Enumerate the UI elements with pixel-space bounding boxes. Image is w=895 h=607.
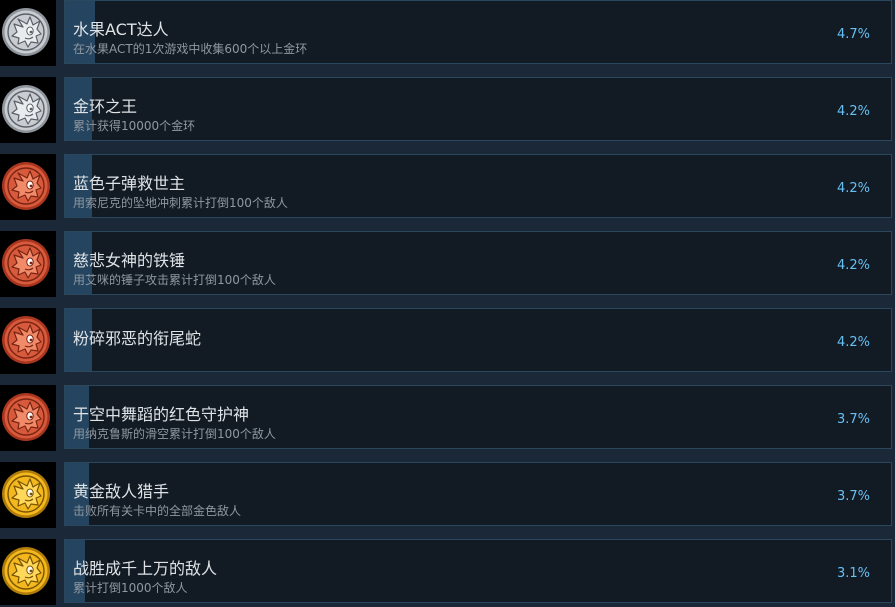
achievement-icon-frame [0,154,56,220]
achievement-icon-frame [0,231,56,297]
achievement-title: 粉碎邪恶的衔尾蛇 [73,329,202,348]
achievement-row: 金环之王 累计获得10000个金环 4.2% [0,77,895,145]
achievement-row: 慈悲女神的铁锤 用艾咪的锤子攻击累计打倒100个敌人 4.2% [0,231,895,299]
silver-sonic-medal-icon [1,84,51,134]
achievement-icon-frame [0,385,56,451]
achievement-row: 于空中舞蹈的红色守护神 用纳克鲁斯的滑空累计打倒100个敌人 3.7% [0,385,895,453]
achievement-row: 蓝色子弹救世主 用索尼克的坠地冲刺累计打倒100个敌人 4.2% [0,154,895,222]
achievement-icon-frame [0,77,56,143]
achievement-icon-frame [0,462,56,528]
achievement-card: 金环之王 累计获得10000个金环 4.2% [64,77,892,141]
achievement-unlock-percent: 4.2% [836,181,870,196]
achievement-title: 于空中舞蹈的红色守护神 [73,405,250,424]
gold-sonic-medal-icon [1,546,51,596]
achievement-icon-frame [0,0,56,66]
achievement-description: 用索尼克的坠地冲刺累计打倒100个敌人 [73,196,288,210]
achievement-title: 蓝色子弹救世主 [73,174,186,193]
achievement-description: 用纳克鲁斯的滑空累计打倒100个敌人 [73,427,276,441]
achievement-title: 战胜成千上万的敌人 [73,559,218,578]
achievement-description: 累计打倒1000个敌人 [73,581,188,595]
achievement-row: 水果ACT达人 在水果ACT的1次游戏中收集600个以上金环 4.7% [0,0,895,68]
achievement-card: 黄金敌人猎手 击败所有关卡中的全部金色敌人 3.7% [64,462,892,526]
achievement-card: 战胜成千上万的敌人 累计打倒1000个敌人 3.1% [64,539,892,603]
achievement-unlock-percent: 4.2% [836,335,870,350]
achievement-icon-frame [0,539,56,605]
bronze-sonic-medal-icon [1,392,51,442]
achievement-title: 黄金敌人猎手 [73,482,170,501]
achievement-description: 累计获得10000个金环 [73,119,196,133]
achievement-card: 慈悲女神的铁锤 用艾咪的锤子攻击累计打倒100个敌人 4.2% [64,231,892,295]
achievement-unlock-percent: 3.7% [836,489,870,504]
achievement-card: 于空中舞蹈的红色守护神 用纳克鲁斯的滑空累计打倒100个敌人 3.7% [64,385,892,449]
gold-sonic-medal-icon [1,469,51,519]
achievement-card: 水果ACT达人 在水果ACT的1次游戏中收集600个以上金环 4.7% [64,0,892,64]
achievement-icon-frame [0,308,56,374]
achievement-description: 用艾咪的锤子攻击累计打倒100个敌人 [73,273,276,287]
achievement-row: 战胜成千上万的敌人 累计打倒1000个敌人 3.1% [0,539,895,607]
bronze-sonic-medal-icon [1,161,51,211]
achievement-unlock-percent: 3.1% [836,566,870,581]
achievement-row: 黄金敌人猎手 击败所有关卡中的全部金色敌人 3.7% [0,462,895,530]
achievement-title: 水果ACT达人 [73,20,169,39]
silver-sonic-medal-icon [1,7,51,57]
achievement-title: 慈悲女神的铁锤 [73,251,186,270]
bronze-sonic-medal-icon [1,315,51,365]
achievement-card: 蓝色子弹救世主 用索尼克的坠地冲刺累计打倒100个敌人 4.2% [64,154,892,218]
achievement-unlock-percent: 3.7% [836,412,870,427]
achievement-unlock-percent: 4.7% [836,27,870,42]
achievement-description: 击败所有关卡中的全部金色敌人 [73,504,242,518]
achievement-description: 在水果ACT的1次游戏中收集600个以上金环 [73,42,308,56]
achievement-unlock-percent: 4.2% [836,104,870,119]
achievement-card: 粉碎邪恶的衔尾蛇 4.2% [64,308,892,372]
achievement-row: 粉碎邪恶的衔尾蛇 4.2% [0,308,895,376]
bronze-sonic-medal-icon [1,238,51,288]
achievement-title: 金环之王 [73,97,138,116]
achievement-unlock-percent: 4.2% [836,258,870,273]
